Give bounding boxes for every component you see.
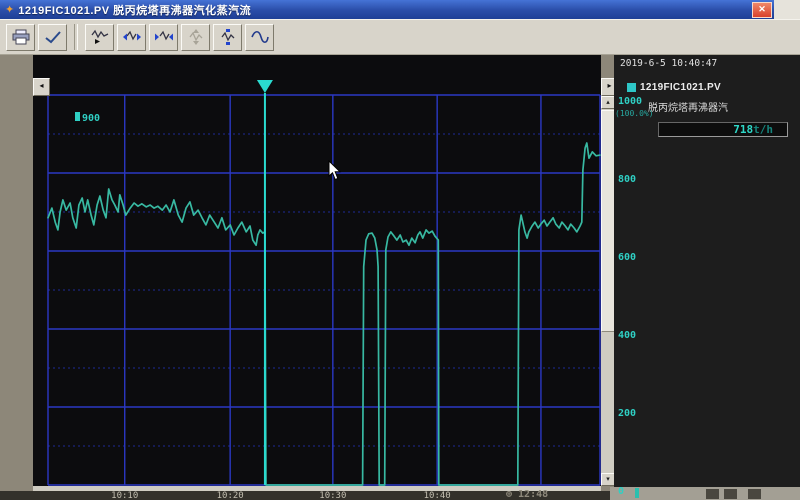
tag-description: 脱丙烷塔再沸器汽 bbox=[648, 99, 798, 114]
printer-icon bbox=[11, 29, 31, 45]
trend-plot[interactable] bbox=[33, 55, 601, 486]
zoom-x-in-button[interactable] bbox=[117, 24, 146, 51]
x-tick: 10:30 bbox=[319, 491, 346, 500]
trend-window: ✦ 1219FIC1021.PV 脱丙烷塔再沸器汽化蒸汽流 ✕ bbox=[0, 0, 800, 500]
trend-chart[interactable]: 900 bbox=[33, 55, 601, 486]
legend-swatch bbox=[627, 83, 636, 92]
watermark-mark bbox=[635, 488, 639, 498]
trend-line bbox=[48, 143, 600, 485]
cursor-marker[interactable] bbox=[257, 80, 273, 93]
vertical-scrollbar[interactable]: ▴ ▾ bbox=[601, 96, 615, 486]
wave-dots-icon bbox=[218, 29, 238, 45]
print-button[interactable] bbox=[6, 24, 35, 51]
value-number: 718 bbox=[733, 123, 753, 136]
title-bar: ✦ 1219FIC1021.PV 脱丙烷塔再沸器汽化蒸汽流 bbox=[0, 0, 776, 19]
tag-name: 1219FIC1021.PV bbox=[640, 82, 721, 93]
x-tick: 10:10 bbox=[111, 491, 138, 500]
curve-button[interactable] bbox=[245, 24, 274, 51]
close-button[interactable]: ✕ bbox=[752, 2, 772, 18]
scroll-down-button[interactable]: ▾ bbox=[601, 473, 615, 486]
toolbar bbox=[0, 19, 800, 55]
sine-icon bbox=[250, 29, 270, 45]
x-tick: 10:40 bbox=[424, 491, 451, 500]
window-title: 1219FIC1021.PV 脱丙烷塔再沸器汽化蒸汽流 bbox=[18, 2, 251, 18]
legend-row: 1219FIC1021.PV bbox=[627, 82, 721, 93]
scrollbar-thumb[interactable] bbox=[601, 110, 615, 332]
toolbar-separator bbox=[74, 24, 78, 50]
trend-play-icon bbox=[90, 29, 110, 45]
zoom-x-out-button[interactable] bbox=[149, 24, 178, 51]
wave-arrows-icon bbox=[122, 29, 142, 45]
mouse-pointer-icon bbox=[328, 160, 342, 181]
wave-vertical-disabled-icon bbox=[186, 29, 206, 45]
scroll-left-button[interactable]: ◂ bbox=[33, 78, 50, 96]
app-icon: ✦ bbox=[5, 3, 14, 16]
scale-y-button[interactable] bbox=[213, 24, 242, 51]
wave-arrows-out-icon bbox=[154, 29, 174, 45]
run-trend-button[interactable] bbox=[85, 24, 114, 51]
x-tick: 10:20 bbox=[217, 491, 244, 500]
value-readout: 718t/h bbox=[658, 122, 788, 137]
photo-edge bbox=[774, 0, 800, 19]
right-panel: 2019-6-5 10:40:47 1219FIC1021.PV 脱丙烷塔再沸器… bbox=[614, 55, 800, 487]
watermark-block bbox=[724, 489, 737, 499]
watermark-block bbox=[706, 489, 719, 499]
confirm-button[interactable] bbox=[38, 24, 67, 51]
panel-timestamp: 2019-6-5 10:40:47 bbox=[620, 58, 717, 69]
scale-y-auto-button[interactable] bbox=[181, 24, 210, 51]
cursor-readout-mark bbox=[75, 112, 80, 121]
cursor-readout: 900 bbox=[75, 112, 100, 124]
check-icon bbox=[43, 29, 63, 45]
scroll-up-button[interactable]: ▴ bbox=[601, 96, 615, 109]
watermark-block bbox=[748, 489, 761, 499]
watermark-time: ⊕ 12:48 bbox=[506, 489, 548, 500]
value-unit: t/h bbox=[753, 123, 773, 136]
